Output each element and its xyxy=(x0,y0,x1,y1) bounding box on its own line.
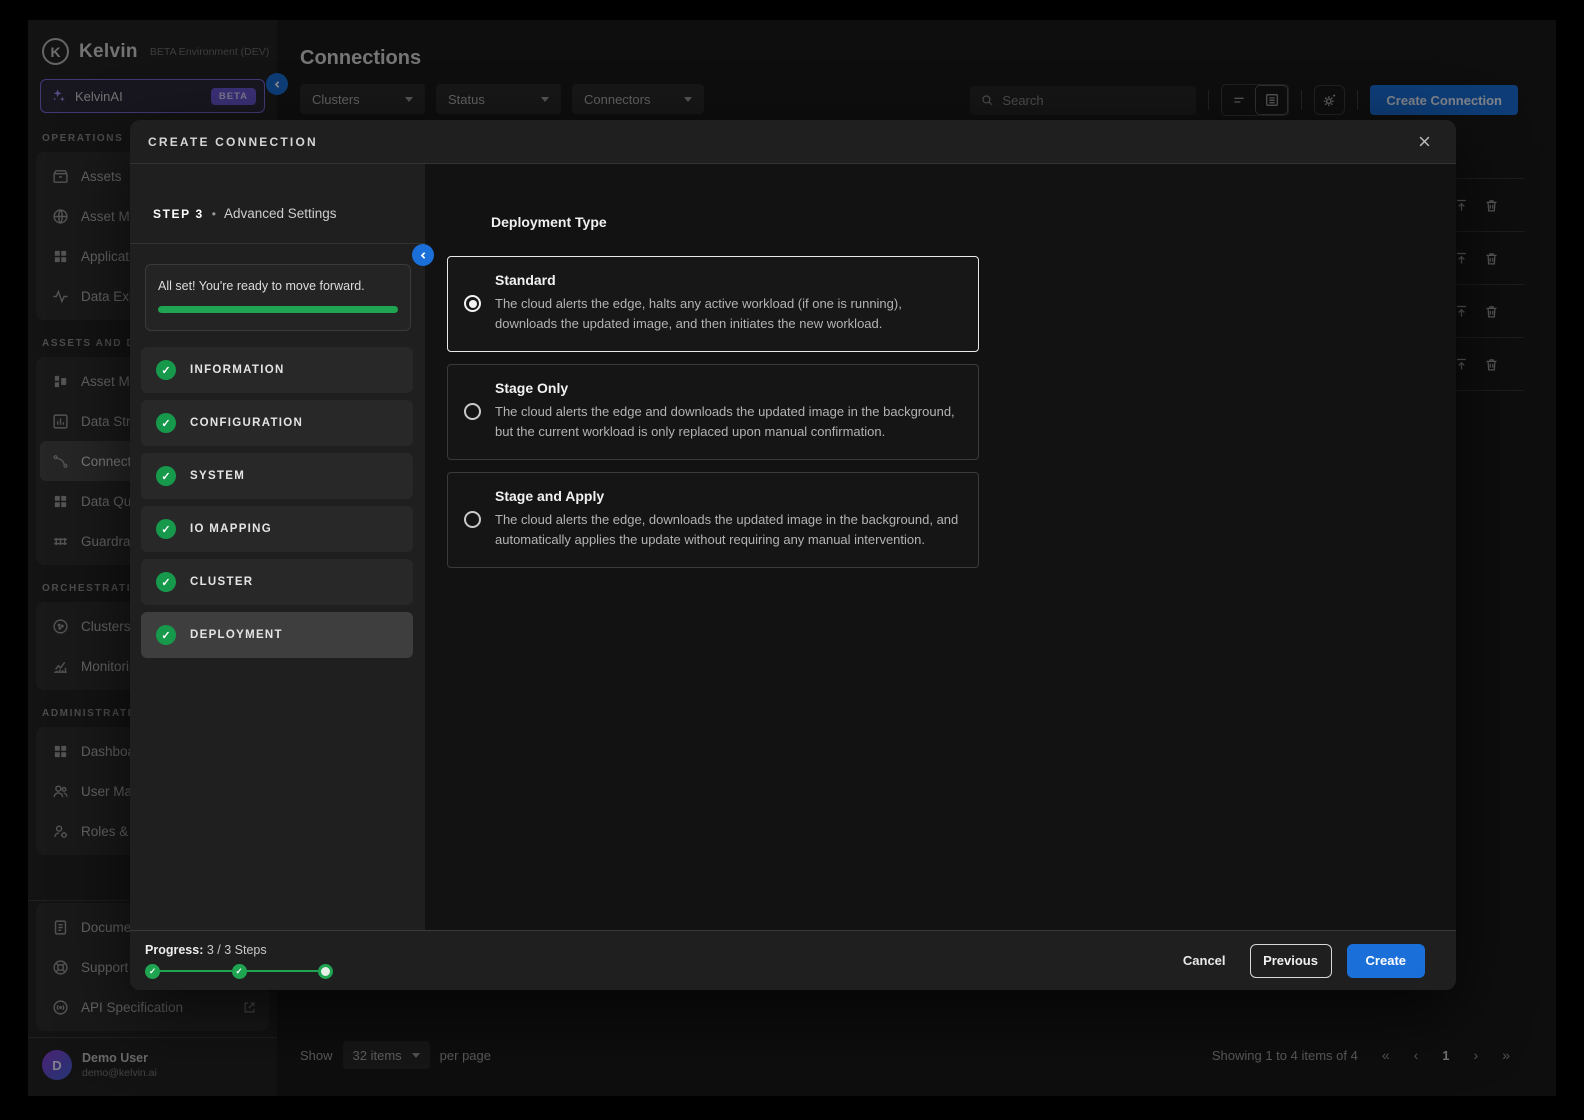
deployment-type-title: Deployment Type xyxy=(491,214,1456,230)
wizard-side-panel: STEP 3 • Advanced Settings All set! You'… xyxy=(130,164,425,930)
modal-footer: Progress: 3 / 3 Steps Cancel Previous Cr… xyxy=(130,930,1456,990)
step-done-icon xyxy=(145,964,160,979)
screen: K Kelvin BETA Environment (DEV) KelvinAI… xyxy=(0,0,1584,1120)
checklist-item-system[interactable]: SYSTEM xyxy=(141,453,413,499)
check-icon xyxy=(156,572,176,592)
modal-header: CREATE CONNECTION xyxy=(130,120,1456,164)
progress-stepper xyxy=(145,964,333,979)
chevron-left-icon xyxy=(418,250,429,261)
radio-selected-icon[interactable] xyxy=(464,295,481,312)
check-icon xyxy=(156,360,176,380)
checklist-item-deployment[interactable]: DEPLOYMENT xyxy=(141,612,413,658)
status-progress-bar xyxy=(158,306,398,313)
close-icon xyxy=(1417,134,1432,149)
wizard-status-card: All set! You're ready to move forward. xyxy=(145,264,411,331)
radio-icon[interactable] xyxy=(464,403,481,420)
panel-collapse-button[interactable] xyxy=(412,244,434,266)
deployment-options: Standard The cloud alerts the edge, halt… xyxy=(447,256,1456,568)
checklist-item-information[interactable]: INFORMATION xyxy=(141,347,413,393)
option-stage-and-apply[interactable]: Stage and Apply The cloud alerts the edg… xyxy=(447,472,979,568)
close-button[interactable] xyxy=(1417,134,1432,149)
wizard-progress: Progress: 3 / 3 Steps xyxy=(145,943,405,979)
wizard-checklist: INFORMATION CONFIGURATION SYSTEM IO MAPP… xyxy=(141,347,413,658)
check-icon xyxy=(156,519,176,539)
cancel-button[interactable]: Cancel xyxy=(1183,953,1226,968)
step-connector xyxy=(247,970,319,973)
check-icon xyxy=(156,625,176,645)
wizard-content-panel: Deployment Type Standard The cloud alert… xyxy=(425,164,1456,930)
check-icon xyxy=(156,413,176,433)
progress-label: Progress: xyxy=(145,943,203,957)
checklist-item-io-mapping[interactable]: IO MAPPING xyxy=(141,506,413,552)
step-name: Advanced Settings xyxy=(224,206,337,221)
check-icon xyxy=(156,466,176,486)
status-message: All set! You're ready to move forward. xyxy=(158,279,398,293)
create-connection-modal: CREATE CONNECTION STEP 3 • Advanced Sett… xyxy=(130,120,1456,990)
step-indicator: STEP 3 • Advanced Settings xyxy=(130,164,425,244)
step-connector xyxy=(160,970,232,973)
previous-button[interactable]: Previous xyxy=(1250,944,1332,978)
modal-title: CREATE CONNECTION xyxy=(148,135,318,149)
option-standard[interactable]: Standard The cloud alerts the edge, halt… xyxy=(447,256,979,352)
modal-actions: Cancel Previous Create xyxy=(1183,944,1425,978)
step-label: STEP 3 xyxy=(153,207,204,221)
checklist-item-cluster[interactable]: CLUSTER xyxy=(141,559,413,605)
checklist-item-configuration[interactable]: CONFIGURATION xyxy=(141,400,413,446)
create-button[interactable]: Create xyxy=(1347,944,1425,978)
step-done-icon xyxy=(232,964,247,979)
progress-value: 3 / 3 Steps xyxy=(207,943,267,957)
radio-icon[interactable] xyxy=(464,511,481,528)
step-separator: • xyxy=(212,207,216,221)
option-stage-only[interactable]: Stage Only The cloud alerts the edge and… xyxy=(447,364,979,460)
modal-body: STEP 3 • Advanced Settings All set! You'… xyxy=(130,164,1456,930)
step-current-icon xyxy=(318,964,333,979)
